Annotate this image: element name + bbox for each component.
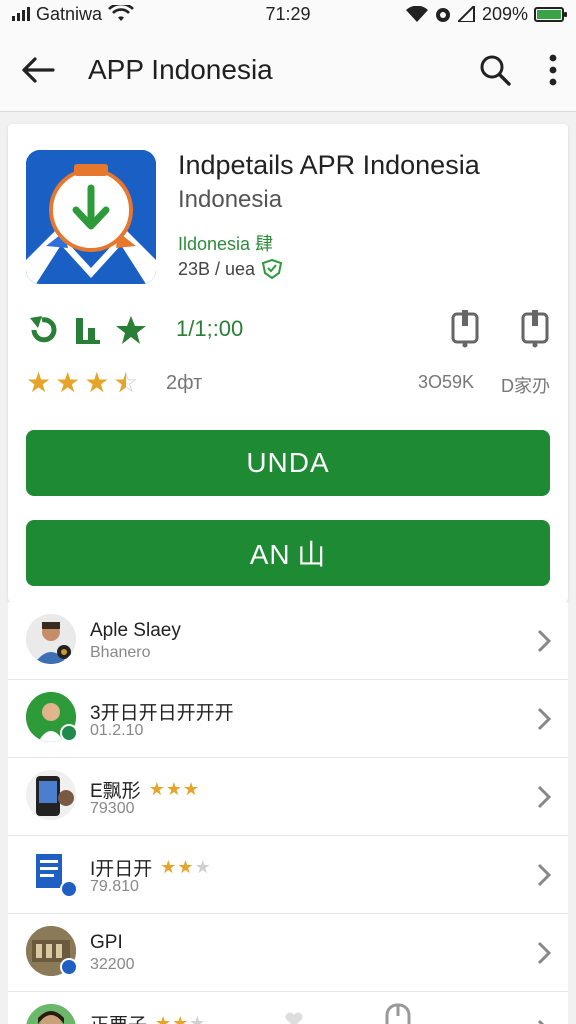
signal-icon <box>12 7 30 21</box>
app-title: Indpetails APR Indonesia <box>178 150 480 180</box>
app-detail-card: Indpetails APR Indonesia Indonesia Ildon… <box>8 124 568 602</box>
chevron-right-icon <box>537 1019 545 1024</box>
app-subtitle: Indonesia <box>178 186 283 213</box>
more-vert-icon[interactable] <box>548 53 558 87</box>
list-item-title: I开日开 ★★★ <box>90 854 212 881</box>
app-meta-text: 23B / uea <box>178 258 256 279</box>
list-item[interactable]: GPI 32200 <box>8 914 568 992</box>
alarm-icon <box>435 8 450 22</box>
wifi-icon <box>108 5 134 21</box>
star-icon: ★ <box>55 367 81 398</box>
list-item-sub: 79.810 <box>90 878 139 895</box>
badge-icon <box>60 880 78 898</box>
wifi-full-icon <box>405 6 428 22</box>
person-icon <box>26 614 76 664</box>
bar-chart-icon <box>76 318 100 344</box>
list-item-name: Aple Slaey <box>90 620 181 641</box>
list-item[interactable]: 正栗子 ★★★ 22930 <box>8 992 568 1024</box>
phone-icon <box>26 770 76 820</box>
list-item-name: I开日开 <box>90 859 153 880</box>
star-icon: ★ <box>26 367 52 398</box>
chevron-right-icon <box>537 629 552 653</box>
list-item-title: Aple Slaey <box>90 620 181 642</box>
install-button[interactable]: UNDA <box>26 430 550 496</box>
back-button[interactable] <box>18 50 58 90</box>
star-badge-icon <box>116 316 146 344</box>
half-star-icon: ☆ ★ <box>113 367 139 398</box>
person-icon <box>26 1004 76 1024</box>
app-bar: APP Indonesia <box>0 28 576 112</box>
list-item-sub: 01.2.10 <box>90 722 144 739</box>
chevron-right-icon <box>537 941 552 965</box>
arrow-left-icon <box>22 56 55 83</box>
search-icon[interactable] <box>478 53 512 87</box>
open-button[interactable]: AN 山 <box>26 520 550 586</box>
list-item-name: E飘形 <box>90 781 141 802</box>
heart-icon <box>285 1012 303 1024</box>
rating-count: 2фт <box>166 372 203 394</box>
list-item-title: GPI <box>90 932 123 954</box>
battery-percent: 209% <box>481 3 528 24</box>
mouse-icon <box>385 1003 411 1024</box>
list-item-title: E飘形 ★★★ <box>90 776 200 803</box>
download-logo-icon <box>26 150 156 284</box>
app-size: 3O59K <box>418 372 475 392</box>
app-meta: 23B / uea <box>178 258 283 280</box>
page-title: APP Indonesia <box>88 53 273 85</box>
tablet-device-icon <box>521 310 549 348</box>
status-bar: Gatniwa 71:29 209% <box>0 0 576 28</box>
star-icon: ★ <box>84 367 110 398</box>
list-item-stars: ★★★ <box>155 1013 207 1024</box>
list-item-stars: ★★★ <box>148 779 201 799</box>
phone-device-icon <box>451 310 479 348</box>
list-item-sub: 79300 <box>90 800 135 817</box>
play-badge-icon <box>60 958 78 976</box>
list-item[interactable]: E飘形 ★★★ 79300 <box>8 758 568 836</box>
app-icon[interactable] <box>26 150 156 284</box>
rating-row: ★ ★ ★ ☆ ★ 2фт 3O59K D家刅 <box>26 366 550 406</box>
stats-row: 1/1;:00 <box>26 310 550 350</box>
carrier-label: Gatniwa <box>36 3 103 24</box>
list-item-name: GPI <box>90 932 123 953</box>
verified-shield-icon <box>261 258 283 280</box>
list-item[interactable]: I开日开 ★★★ 79.810 <box>8 836 568 914</box>
device-label: D家刅 <box>501 376 550 396</box>
list-item-title: 3开日开日开开开 <box>90 698 234 725</box>
list-item-name: 3开日开日开开开 <box>90 703 234 724</box>
list-item-sub: 32200 <box>90 956 135 973</box>
app-developer[interactable]: Ildonesia 肆 <box>178 230 273 256</box>
list-item[interactable]: 3开日开日开开开 01.2.10 <box>8 680 568 758</box>
play-badge-icon <box>60 724 78 742</box>
chevron-right-icon <box>537 785 552 809</box>
download-count: 1/1;:00 <box>176 316 244 341</box>
signal-strength-icon <box>457 6 475 22</box>
list-item-sub: Bhanero <box>90 644 151 661</box>
battery-icon <box>534 6 567 22</box>
related-list: Aple Slaey Bhanero 3开日开日开开开 01.2.10 E飘形 … <box>8 602 568 1024</box>
list-item-name: 正栗子 <box>90 1010 147 1024</box>
list-item[interactable]: Aple Slaey Bhanero <box>8 602 568 680</box>
chevron-right-icon <box>537 863 552 887</box>
list-item-title: 正栗子 ★★★ <box>90 1010 206 1024</box>
rating-stars: ★ ★ ★ ☆ ★ <box>26 368 138 398</box>
chevron-right-icon <box>537 707 552 731</box>
refresh-icon <box>30 316 57 343</box>
list-item-stars: ★★★ <box>160 857 212 877</box>
